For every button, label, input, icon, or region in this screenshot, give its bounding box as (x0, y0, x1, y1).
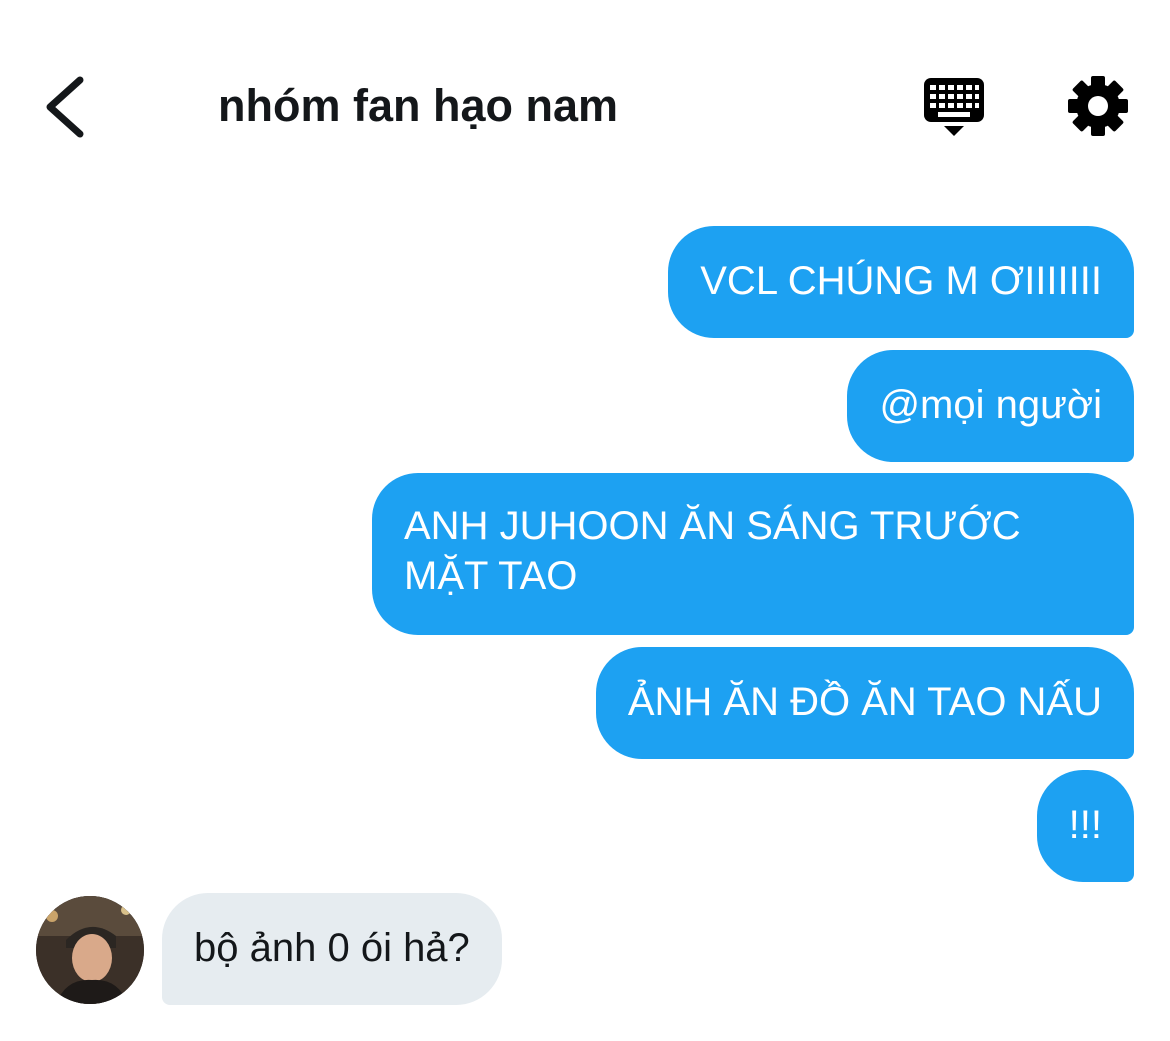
outgoing-message[interactable]: ẢNH ĂN ĐỒ ĂN TAO NẤU (595, 647, 1134, 759)
incoming-message[interactable]: bộ ảnh 0 ói hả? (162, 893, 502, 1005)
outgoing-message[interactable]: VCL CHÚNG M ƠIIIIIII (668, 226, 1134, 338)
outgoing-message[interactable]: ANH JUHOON ĂN SÁNG TRƯỚC MẶT TAO (372, 473, 1134, 635)
message-thread: VCL CHÚNG M ƠIIIIIII @mọi người ANH JUHO… (0, 0, 1170, 1041)
outgoing-message[interactable]: !!! (1036, 770, 1134, 882)
avatar[interactable] (36, 896, 144, 1004)
user-photo-icon (36, 896, 144, 1004)
outgoing-message[interactable]: @mọi người (847, 350, 1134, 462)
